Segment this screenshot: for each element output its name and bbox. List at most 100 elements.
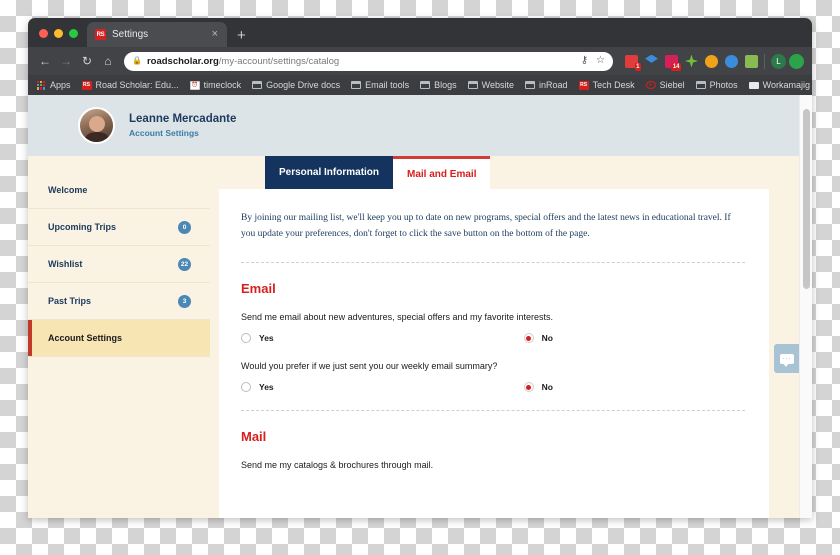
profile-avatar-button[interactable]: L [771,53,786,69]
radio-label: No [541,382,553,393]
folder-icon [467,81,478,90]
bookmark-label: Tech Desk [592,80,635,90]
radio-input-no[interactable] [523,382,534,393]
upload-extension-icon[interactable] [745,54,758,68]
bookmark-label: Blogs [434,80,457,90]
key-icon[interactable]: ⚷ [581,56,588,66]
section-divider [241,410,745,412]
radio-label: Yes [259,333,274,344]
roadscholar-favicon-icon: RS [95,29,106,40]
folder-icon [420,81,431,90]
new-tab-button[interactable]: + [227,28,254,47]
bookmark-tech-desk[interactable]: RS Tech Desk [578,80,635,90]
status-badge: 22 [178,257,191,271]
bookmark-label: Apps [50,80,71,90]
bookmark-website[interactable]: Website [467,80,515,90]
lock-icon: 🔒 [132,56,142,65]
maximize-window-button[interactable] [69,29,78,38]
apps-grid-icon [36,80,46,90]
account-subtitle[interactable]: Account Settings [129,127,236,140]
sidebar-item-label: Welcome [48,185,88,195]
browser-menu-button[interactable] [789,53,804,69]
radio-label: Yes [259,382,274,393]
page-scrollbar[interactable] [799,95,812,518]
tab-personal-information[interactable]: Personal Information [265,156,394,189]
bookmark-blogs[interactable]: Blogs [420,80,457,90]
account-profile-text: Leanne Mercadante Account Settings [129,112,236,140]
browser-toolbar: ← → ↻ ⌂ 🔒 roadscholar.org/my-account/set… [28,47,812,75]
radio-input-yes[interactable] [241,382,251,393]
bookmark-apps[interactable]: Apps [36,80,71,90]
sidebar-item-wishlist[interactable]: Wishlist 22 [28,246,210,283]
radio-input-no[interactable] [523,333,534,344]
sparkle-extension-icon[interactable] [685,54,698,68]
bookmark-siebel[interactable]: ● Siebel [645,80,685,90]
bookmarks-bar: Apps RS Road Scholar: Edu... ⏰ timeclock… [28,75,812,95]
bookmark-email-tools[interactable]: Email tools [351,80,409,90]
back-icon[interactable]: ← [36,52,54,70]
status-badge: 3 [178,294,191,308]
url-path: /my-account/settings/catalog [218,55,340,67]
bookmark-label: Website [481,80,515,90]
sidebar-item-upcoming-trips[interactable]: Upcoming Trips 0 [28,209,210,246]
sidebar-item-label: Past Trips [48,296,92,306]
sidebar-item-account-settings[interactable]: Account Settings [28,320,210,357]
close-icon[interactable]: × [210,29,220,40]
browser-tab-settings[interactable]: RS Settings × [87,22,227,47]
radio-option-yes[interactable]: Yes [241,382,274,393]
radio-group: Yes No [241,333,745,344]
radio-label: No [541,333,553,344]
page-body: Welcome Upcoming Trips 0 Wishlist 22 Pas… [28,156,799,518]
web-page: Leanne Mercadante Account Settings Welco… [28,95,799,518]
bookmark-timeclock[interactable]: ⏰ timeclock [189,80,241,90]
star-icon[interactable]: ☆ [596,56,605,66]
radio-option-no[interactable]: No [523,333,553,344]
address-bar[interactable]: 🔒 roadscholar.org/my-account/settings/ca… [124,51,613,71]
forward-icon[interactable]: → [57,52,75,70]
section-title-email: Email [241,281,276,297]
bookmark-inroad[interactable]: inRoad [525,80,568,90]
bookmark-google-drive-docs[interactable]: Google Drive docs [252,80,340,90]
search-extension-icon[interactable] [725,54,738,68]
question-text-mail-catalogs: Send me my catalogs & brochures through … [241,460,434,471]
radio-group: Yes No [241,382,745,393]
feedback-widget-button[interactable] [774,344,799,373]
radio-option-no[interactable]: No [523,382,553,393]
bookmark-label: Google Drive docs [266,80,341,90]
account-header-band: Leanne Mercadante Account Settings [28,95,799,156]
dropbox-extension-icon[interactable] [645,54,658,63]
roadscholar-icon: RS [81,80,92,90]
reload-icon[interactable]: ↻ [78,52,96,70]
account-name: Leanne Mercadante [129,112,237,125]
sidebar-item-label: Wishlist [48,259,83,269]
home-icon[interactable]: ⌂ [99,52,117,70]
bookmark-label: Siebel [659,80,685,90]
radio-input-yes[interactable] [241,333,251,344]
radio-option-yes[interactable]: Yes [241,333,274,344]
tab-mail-and-email[interactable]: Mail and Email [393,156,491,189]
bookmark-label: Workamajig [762,80,811,90]
section-divider [241,262,745,264]
sidebar-item-welcome[interactable]: Welcome [28,172,210,209]
bookmark-workamajig[interactable]: Workamajig [748,80,811,90]
bookmark-label: Email tools [365,80,410,90]
status-badge: 0 [178,220,191,234]
minimize-window-button[interactable] [54,29,63,38]
extension-badge: 14 [671,62,681,71]
folder-icon [351,81,362,90]
sidebar-item-past-trips[interactable]: Past Trips 3 [28,283,210,320]
gear-extension-icon[interactable] [705,54,718,68]
scrollbar-thumb[interactable] [803,109,810,289]
close-window-button[interactable] [39,29,48,38]
page-viewport: Leanne Mercadante Account Settings Welco… [28,95,812,518]
section-title-mail: Mail [241,429,267,445]
url-domain: roadscholar.org [146,55,219,67]
question-text: Would you prefer if we just sent you our… [241,361,498,372]
bookmark-road-scholar[interactable]: RS Road Scholar: Edu... [81,80,179,90]
sidebar-item-label: Account Settings [48,333,123,343]
workamajig-icon [748,81,759,90]
bookmark-photos[interactable]: Photos [695,80,738,90]
calendar-extension-icon[interactable]: 14 [665,54,681,71]
pocket-extension-icon[interactable]: 1 [625,54,641,71]
question-email-adventures: Send me email about new adventures, spec… [241,312,745,344]
